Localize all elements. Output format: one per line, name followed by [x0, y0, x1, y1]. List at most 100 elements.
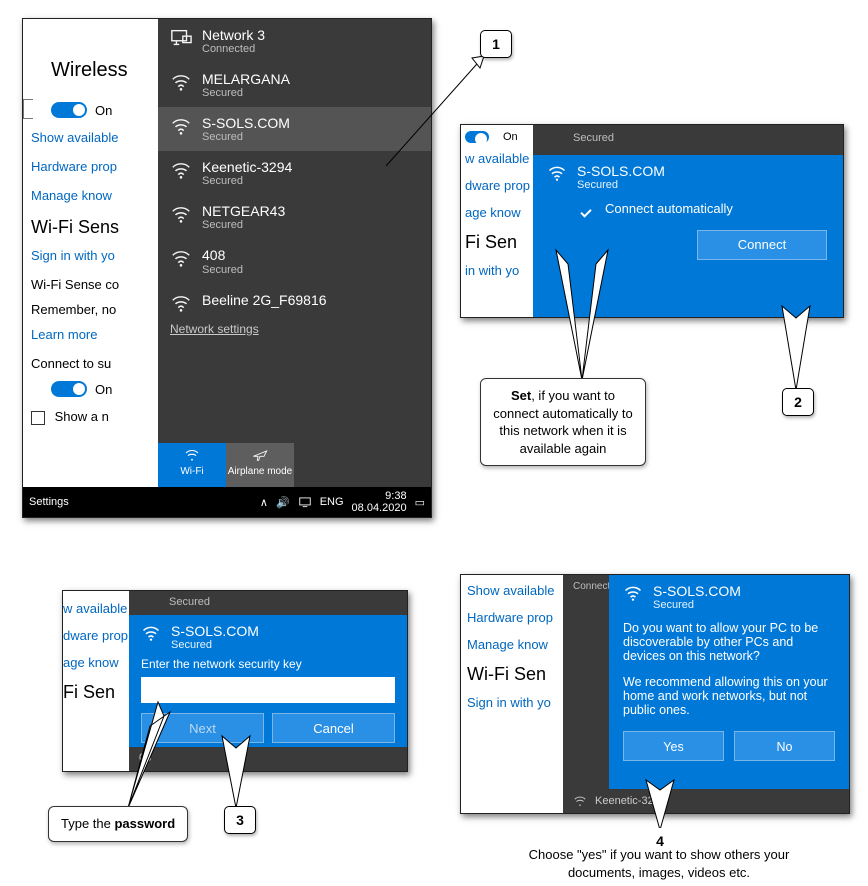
link-manage-known[interactable]: Manage know [31, 188, 158, 203]
mini-connect-label: Connect [573, 581, 610, 592]
discoverable-question: Do you want to allow your PC to be disco… [623, 621, 835, 663]
toggle-label: On [503, 131, 518, 143]
link-hardware-properties[interactable]: dware prop [63, 628, 129, 643]
quick-tiles: Wi-Fi Airplane mode [158, 443, 431, 487]
callout-type-pre: Type the [61, 816, 114, 831]
link-show-available[interactable]: w available [63, 601, 129, 616]
wifi-icon [623, 583, 643, 603]
tray-time: 9:38 [352, 490, 407, 502]
link-sign-in[interactable]: in with yo [465, 263, 533, 278]
tile-airplane[interactable]: Airplane mode [226, 443, 294, 487]
yes-button[interactable]: Yes [623, 731, 724, 761]
wifi-name: Beeline 2G_F69816 [202, 292, 327, 308]
taskbar: Settings ∧ 🔊 ENG 9:38 08.04.2020 ▭ [23, 487, 431, 517]
connect-automatically-label: Connect automatically [605, 201, 733, 216]
callout-set-bold: Set [511, 388, 531, 403]
search-box-fragment[interactable] [23, 99, 33, 119]
step-number-3: 3 [224, 806, 256, 834]
link-manage-known[interactable]: Manage know [467, 637, 563, 652]
network-name: S-SOLS.COM [653, 583, 741, 599]
prev-item-secured: Secured [129, 591, 407, 615]
wifi-name: MELARGANA [202, 71, 290, 87]
wifi-icon [573, 794, 587, 808]
link-hardware-properties[interactable]: dware prop [465, 178, 533, 193]
panel-1-network-flyout: Wireless On Show available Hardware prop… [22, 18, 432, 518]
wifi-icon [170, 115, 192, 137]
wifi-secured: Secured [202, 219, 285, 231]
callout-pointer-password [120, 698, 180, 810]
tray-date: 08.04.2020 [352, 502, 407, 514]
tray-chevron-icon[interactable]: ∧ [260, 496, 268, 509]
tray-lang[interactable]: ENG [320, 496, 344, 508]
airplane-icon [250, 447, 270, 463]
tray-notifications-icon[interactable]: ▭ [415, 496, 425, 509]
link-show-available[interactable]: Show available [467, 583, 563, 598]
connect-automatically-row[interactable]: Connect automatically [581, 201, 827, 216]
wifi-icon [547, 163, 567, 183]
settings-left-column: Wireless On Show available Hardware prop… [23, 19, 158, 517]
link-hardware-properties[interactable]: Hardware prop [467, 610, 563, 625]
discoverable-panel: S-SOLS.COM Secured Do you want to allow … [609, 575, 849, 789]
wifi-item-netgear[interactable]: NETGEAR43Secured [158, 195, 431, 239]
step-number-1: 1 [480, 30, 512, 58]
no-button[interactable]: No [734, 731, 835, 761]
show-notif-checkbox[interactable] [31, 411, 45, 425]
wifi-icon [170, 203, 192, 225]
wifi-name: Keenetic-3294 [202, 159, 292, 175]
wifi-icon [141, 623, 161, 643]
wifi-secured: Secured [202, 87, 290, 99]
ethernet-status: Connected [202, 43, 265, 55]
wifi-name: NETGEAR43 [202, 203, 285, 219]
password-prompt: Enter the network security key [141, 657, 395, 671]
tray-volume-icon[interactable]: 🔊 [276, 496, 290, 509]
wifi-name: 408 [202, 247, 243, 263]
wifi-item-beeline[interactable]: Beeline 2G_F69816 [158, 284, 431, 316]
tile-wifi[interactable]: Wi-Fi [158, 443, 226, 487]
wifi-secured: Secured [202, 131, 290, 143]
discoverable-recommend: We recommend allowing this on your home … [623, 675, 835, 717]
remember-text: Remember, no [31, 302, 158, 317]
callout-choose-yes: Choose "yes" if you want to show others … [508, 846, 810, 881]
monitor-icon [170, 27, 192, 49]
tray-network-icon[interactable] [298, 495, 312, 509]
wifi-icon [182, 447, 202, 463]
wifi-secured: Secured [202, 264, 243, 276]
link-learn-more[interactable]: Learn more [31, 327, 158, 342]
wifi-icon [170, 71, 192, 93]
settings-left-fragment: Show available Hardware prop Manage know… [461, 575, 563, 813]
network-settings-link[interactable]: Network settings [158, 316, 431, 342]
tray-clock[interactable]: 9:38 08.04.2020 [352, 490, 407, 514]
cancel-button[interactable]: Cancel [272, 713, 395, 743]
network-secured: Secured [171, 639, 259, 651]
wifi-sense-heading: Fi Sen [465, 232, 533, 253]
network-secured: Secured [577, 179, 665, 191]
wifi-name: S-SOLS.COM [202, 115, 290, 131]
show-notif-row[interactable]: Show a n [31, 409, 158, 425]
wifi-icon [170, 292, 192, 314]
flyout-peek: Connect [563, 575, 609, 813]
link-hardware-properties[interactable]: Hardware prop [31, 159, 158, 174]
foot-item: Keenetic-3294 [563, 789, 849, 813]
link-manage-known[interactable]: age know [63, 655, 129, 670]
link-sign-in[interactable]: Sign in with yo [467, 695, 563, 710]
connect-button[interactable]: Connect [697, 230, 827, 260]
tile-wifi-label: Wi-Fi [158, 466, 226, 477]
wifi-toggle[interactable] [51, 102, 87, 118]
callout-pointer-1 [380, 52, 500, 172]
wifi-item-408[interactable]: 408Secured [158, 239, 431, 283]
tile-air-label: Airplane mode [226, 466, 294, 477]
network-secured: Secured [653, 599, 741, 611]
link-sign-in[interactable]: Sign in with yo [31, 248, 158, 263]
suggested-toggle[interactable] [51, 381, 87, 397]
callout-set-auto: Set, if you want to connect automaticall… [480, 378, 646, 466]
wifi-toggle-label: On [95, 103, 112, 118]
link-manage-known[interactable]: age know [465, 205, 533, 220]
show-notif-label: Show a n [55, 409, 109, 424]
step-number-2: 2 [782, 388, 814, 416]
link-show-available[interactable]: Show available [31, 130, 158, 145]
taskbar-settings[interactable]: Settings [29, 496, 69, 508]
wifi-sense-heading: Wi-Fi Sen [467, 664, 563, 685]
ethernet-name: Network 3 [202, 27, 265, 43]
wifi-sense-heading: Wi-Fi Sens [31, 217, 158, 238]
wireless-heading: Wireless [51, 59, 158, 82]
